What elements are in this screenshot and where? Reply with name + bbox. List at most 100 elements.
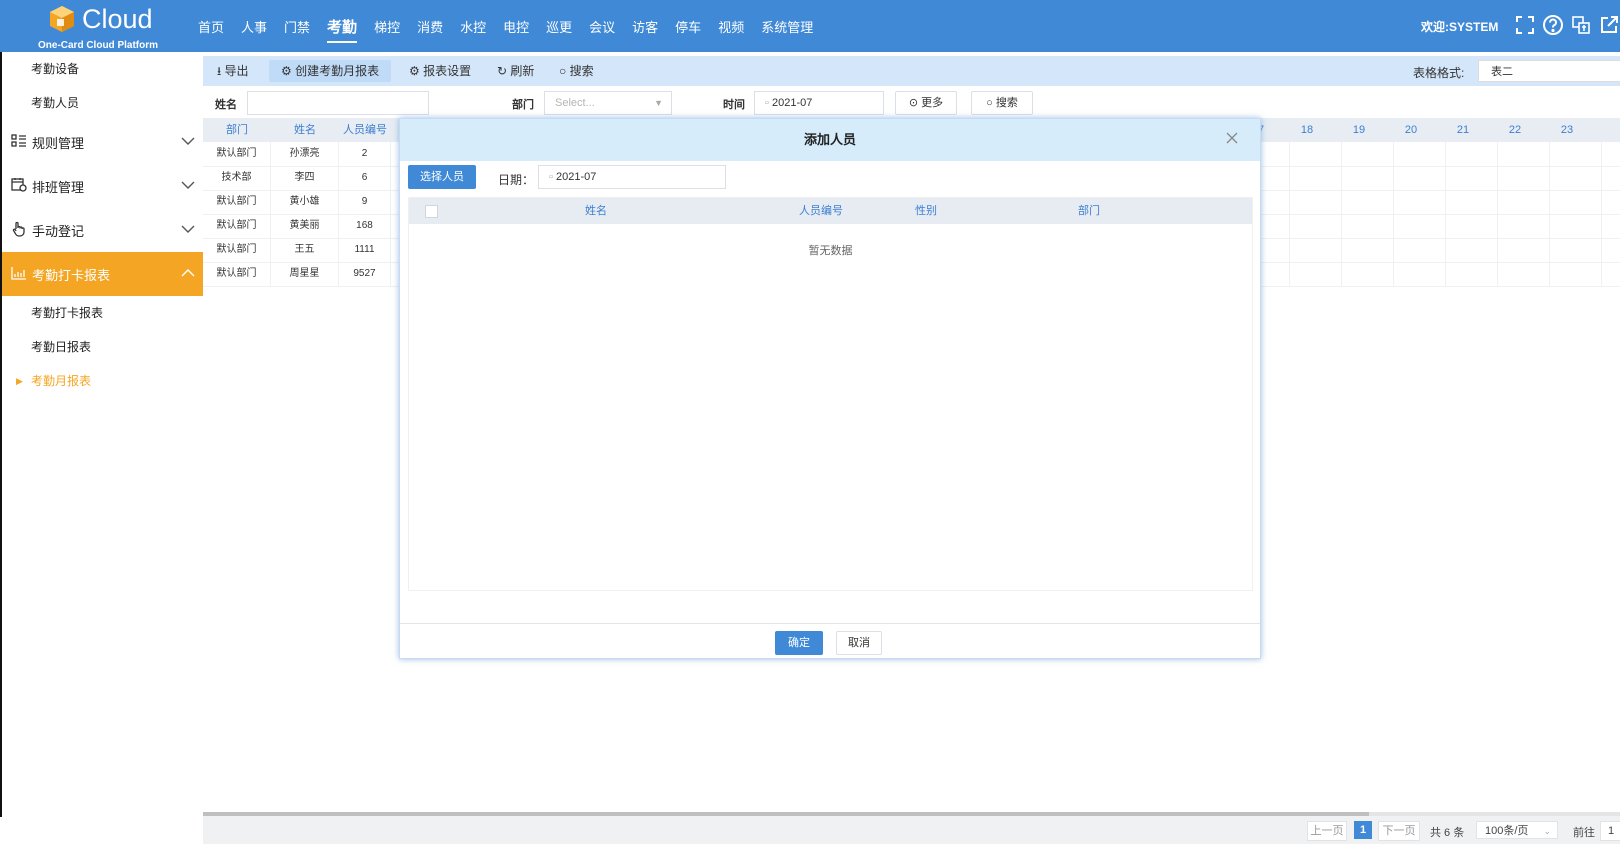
date-input[interactable]: ▫ 2021-07 <box>538 165 726 189</box>
dialog-footer: 确定 取消 <box>400 623 1260 659</box>
col-dept: 部门 <box>226 124 248 136</box>
nav-visitor[interactable]: 访客 <box>632 17 658 36</box>
sidebar-item-punch-report[interactable]: 考勤打卡报表 <box>2 296 205 330</box>
current-page[interactable]: 1 <box>1354 821 1372 839</box>
calendar-icon: ▫ <box>549 171 556 183</box>
nav-system[interactable]: 系统管理 <box>761 17 813 36</box>
nav-home[interactable]: 首页 <box>198 17 224 36</box>
caret-down-icon: ⌄ <box>1543 826 1551 836</box>
select-all-checkbox[interactable] <box>425 205 438 218</box>
sidebar-item-staff[interactable]: 考勤人员 <box>2 86 205 120</box>
col-name: 姓名 <box>294 124 316 136</box>
dept-placeholder: Select... <box>555 97 595 109</box>
page-size-value: 100条/页 <box>1485 825 1529 837</box>
fullscreen-icon[interactable] <box>1514 14 1536 36</box>
confirm-button[interactable]: 确定 <box>775 631 823 655</box>
nav-personnel[interactable]: 人事 <box>241 17 267 36</box>
create-report-button[interactable]: ⚙ 创建考勤月报表 <box>269 60 392 82</box>
report-settings-button[interactable]: ⚙ 报表设置 <box>397 60 483 82</box>
name-filter-label: 姓名 <box>215 99 237 111</box>
filter-search-label: 搜索 <box>995 97 1018 109</box>
sidebar-item-devices[interactable]: 考勤设备 <box>2 52 205 86</box>
nav-water[interactable]: 水控 <box>460 17 486 36</box>
pagination: 上一页 1 下一页 共 6 条 100条/页 ⌄ 前往 1 <box>203 816 1620 844</box>
next-page-button[interactable]: 下一页 <box>1378 821 1420 841</box>
sidebar-group-manual[interactable]: 手动登记 <box>2 208 205 252</box>
cell-id: 2 <box>339 142 391 166</box>
create-report-label: 创建考勤月报表 <box>295 64 380 78</box>
time-filter-input[interactable]: ▫ 2021-07 <box>754 91 884 115</box>
dialog-title: 添加人员 <box>803 132 856 147</box>
export-label: 导出 <box>224 64 249 78</box>
col-day-21: 21 <box>1456 124 1470 136</box>
date-label: 日期： <box>498 173 535 187</box>
cell-name: 黄小雄 <box>271 190 339 214</box>
chevron-down-icon <box>181 176 195 192</box>
prev-page-button[interactable]: 上一页 <box>1307 821 1347 841</box>
help-icon[interactable] <box>1542 14 1564 36</box>
sidebar-group-schedule[interactable]: 排班管理 <box>2 164 205 208</box>
page-size-select[interactable]: 100条/页 ⌄ <box>1476 821 1558 839</box>
cell-dept: 默认部门 <box>203 190 271 214</box>
nav-patrol[interactable]: 巡更 <box>546 17 572 36</box>
cell-name: 李四 <box>271 166 339 190</box>
nav-access[interactable]: 门禁 <box>284 17 310 36</box>
nav-attendance[interactable]: 考勤 <box>327 16 358 43</box>
search-icon: ○ <box>559 64 570 78</box>
format-select[interactable]: 表二 <box>1478 60 1620 82</box>
col-day-18: 18 <box>1300 124 1314 136</box>
toolbar-search-button[interactable]: ○ 搜索 <box>547 60 606 82</box>
cell-id: 168 <box>339 214 391 238</box>
grid-divider <box>1445 142 1446 286</box>
rules-icon <box>10 133 28 151</box>
cell-dept: 默认部门 <box>203 262 271 286</box>
format-label: 表格格式: <box>1413 66 1465 80</box>
cell-name: 周星星 <box>271 262 339 286</box>
grid-divider <box>1289 142 1290 286</box>
toolbar-search-label: 搜索 <box>569 64 594 78</box>
col-day-20: 20 <box>1404 124 1418 136</box>
sidebar-item-daily-report[interactable]: 考勤日报表 <box>2 330 205 364</box>
logo-cube-icon <box>50 6 74 32</box>
zoom-icon: ⊙ <box>908 97 922 109</box>
sidebar-group-rules[interactable]: 规则管理 <box>2 120 205 164</box>
sidebar-group-label: 手动登记 <box>32 223 85 239</box>
close-icon[interactable] <box>1226 131 1238 149</box>
grid-divider <box>1601 142 1602 286</box>
sidebar-group-label: 考勤打卡报表 <box>32 267 111 283</box>
main-nav: 首页 人事 门禁 考勤 梯控 消费 水控 电控 巡更 会议 访客 停车 视频 系… <box>198 0 830 52</box>
sidebar-item-monthly-report[interactable]: 考勤月报表 <box>2 364 205 398</box>
nav-consumption[interactable]: 消费 <box>417 17 443 36</box>
nav-parking[interactable]: 停车 <box>675 17 701 36</box>
schedule-icon <box>10 177 28 195</box>
name-filter-input[interactable] <box>247 91 429 115</box>
caret-down-icon: ▼ <box>654 98 663 108</box>
export-button[interactable]: ⭳ 导出 <box>205 60 261 82</box>
language-icon[interactable] <box>1570 14 1592 36</box>
nav-elevator[interactable]: 梯控 <box>374 17 400 36</box>
refresh-button[interactable]: ↻ 刷新 <box>485 60 546 82</box>
cancel-button[interactable]: 取消 <box>836 631 882 655</box>
chevron-down-icon <box>181 220 195 236</box>
nav-video[interactable]: 视频 <box>718 17 744 36</box>
calendar-icon: ▫ <box>765 97 772 109</box>
dialog-header: 添加人员 <box>400 119 1260 161</box>
nav-meeting[interactable]: 会议 <box>589 17 615 36</box>
more-button[interactable]: ⊙ 更多 <box>895 91 957 115</box>
select-person-button[interactable]: 选择人员 <box>408 165 476 189</box>
download-icon: ⭳ <box>217 64 225 78</box>
sidebar-group-reports[interactable]: 考勤打卡报表 <box>2 252 205 296</box>
logo-text: Cloud <box>82 4 153 34</box>
refresh-label: 刷新 <box>510 64 535 78</box>
dept-filter-select[interactable]: Select... ▼ <box>544 91 672 115</box>
col-day-23: 23 <box>1560 124 1574 136</box>
external-link-icon[interactable] <box>1598 14 1620 36</box>
filter-search-button[interactable]: ○ 搜索 <box>971 91 1033 115</box>
time-filter-label: 时间 <box>723 99 745 111</box>
grid-divider <box>1341 142 1342 286</box>
goto-input[interactable]: 1 <box>1600 821 1620 841</box>
report-settings-label: 报表设置 <box>423 64 472 78</box>
nav-power[interactable]: 电控 <box>503 17 529 36</box>
time-value: 2021-07 <box>771 97 813 109</box>
logo: Cloud One-Card Cloud Platform <box>38 2 168 51</box>
